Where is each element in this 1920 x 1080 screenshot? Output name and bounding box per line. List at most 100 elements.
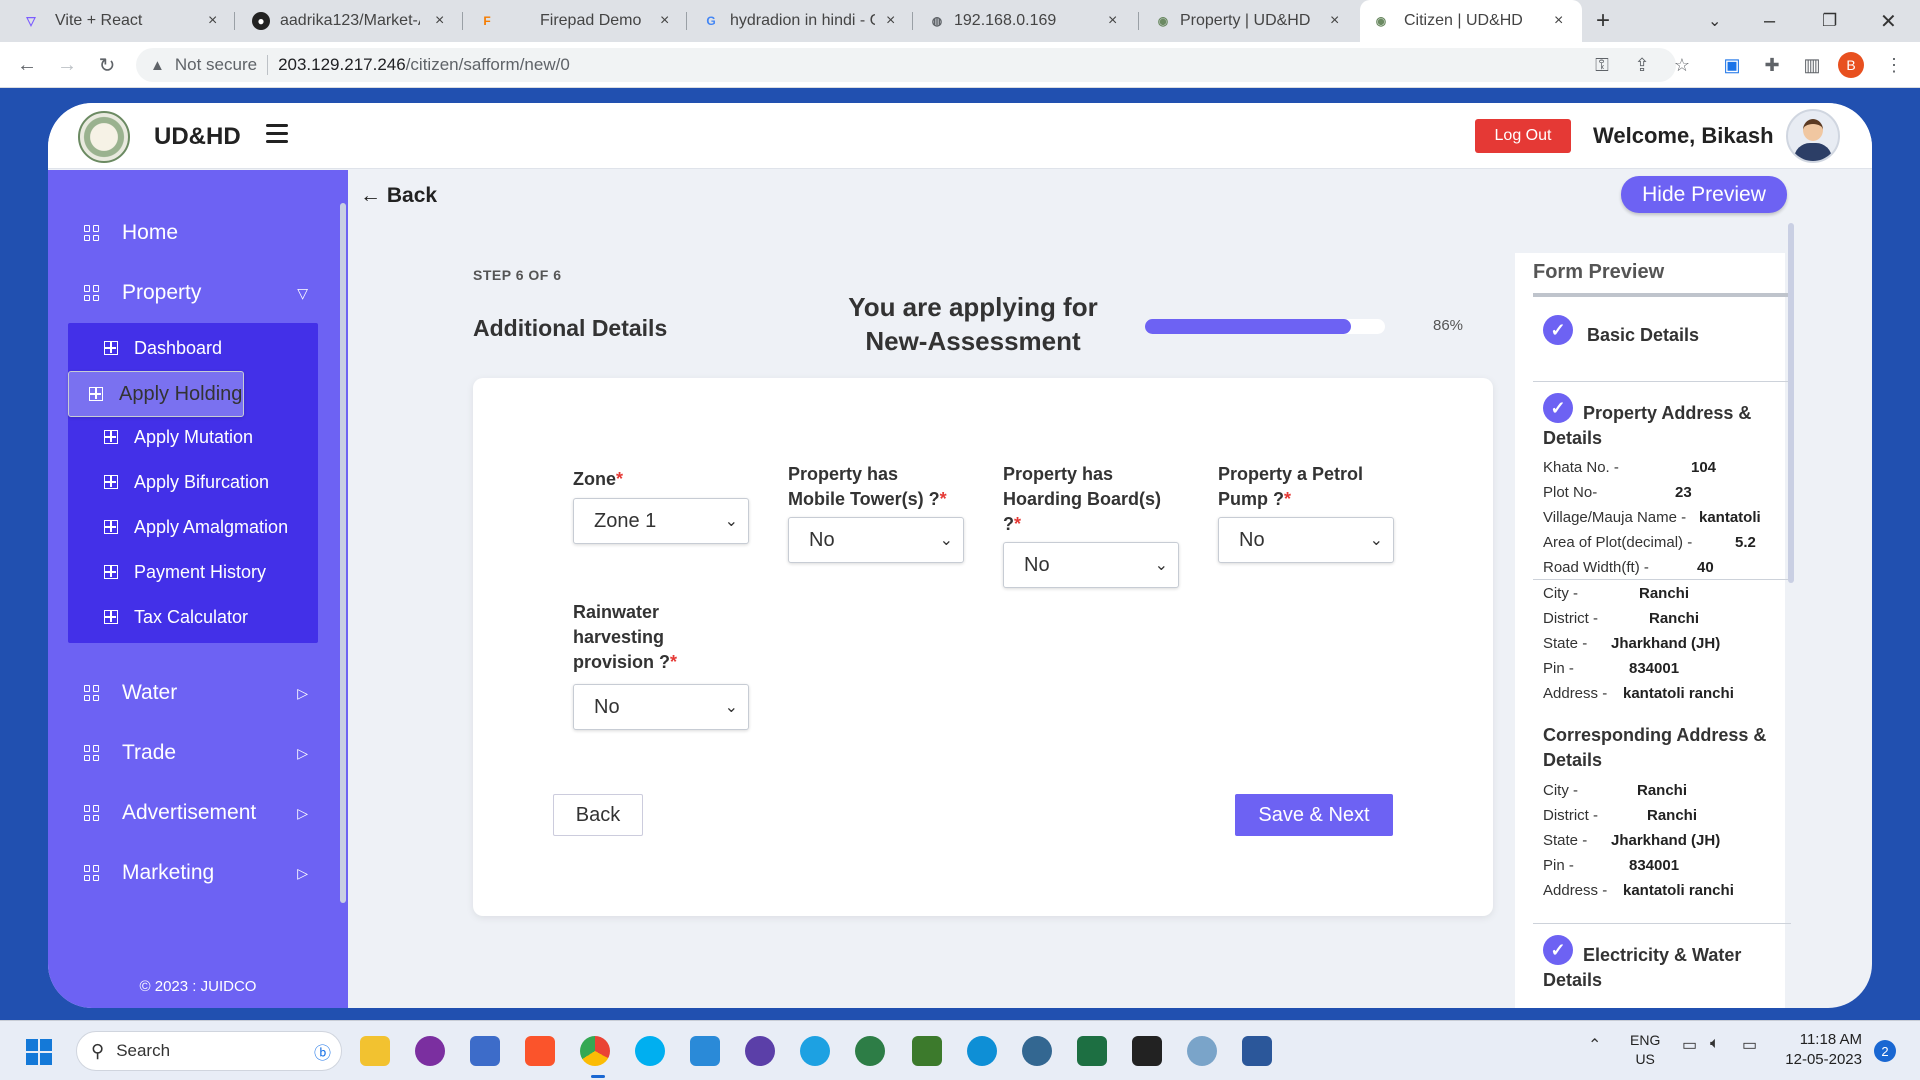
section-title: Additional Details (473, 315, 668, 341)
taskbar-search[interactable]: ⚲ Search ⓑ (76, 1031, 342, 1071)
save-next-button[interactable]: Save & Next (1235, 794, 1393, 836)
app-header: UD&HD Log Out Welcome, Bikash (48, 103, 1872, 169)
submenu-item-apply-mutation[interactable]: Apply Mutation (68, 416, 318, 458)
extension-ft-icon[interactable]: ▣ (1718, 51, 1746, 79)
sidebar-item-water[interactable]: Water ▷ (84, 673, 308, 713)
avatar[interactable] (1786, 109, 1840, 163)
url-bar[interactable]: ▲ Not secure 203.129.217.246 /citizen/sa… (136, 48, 1676, 82)
sidebar-item-marketing[interactable]: Marketing ▷ (84, 853, 308, 893)
moon-app-icon[interactable] (745, 1036, 775, 1066)
skype-icon[interactable] (635, 1036, 665, 1066)
battery-icon[interactable]: ▭ (1742, 1035, 1757, 1055)
menu-dots-icon[interactable]: ⋮ (1880, 51, 1908, 79)
reload-icon[interactable]: ↻ (92, 50, 122, 80)
new-tab-button[interactable]: + (1596, 0, 1626, 42)
vscode-icon[interactable] (690, 1036, 720, 1066)
tab-citizen[interactable]: ◉ Citizen | UD&HD × (1360, 0, 1582, 42)
edge-icon[interactable] (967, 1036, 997, 1066)
settings-app-icon[interactable] (1187, 1036, 1217, 1066)
sidebar-scrollbar[interactable] (340, 203, 346, 903)
chevron-down-icon: ⌄ (1369, 532, 1383, 549)
minimize-icon[interactable]: – (1764, 0, 1788, 42)
check-icon: ✓ (1543, 315, 1573, 345)
chrome-icon[interactable] (580, 1036, 610, 1066)
hide-preview-button[interactable]: Hide Preview (1621, 176, 1787, 213)
applying-for-heading: You are applying for New-Assessment (803, 290, 1143, 358)
petrol-pump-label: Property a Petrol Pump ?* (1218, 464, 1364, 509)
preview-scrollbar[interactable] (1788, 223, 1794, 583)
xampp-icon[interactable] (912, 1036, 942, 1066)
file-explorer-icon[interactable] (360, 1036, 390, 1066)
side-panel-icon[interactable]: ▥ (1798, 51, 1826, 79)
tab-vite-react[interactable]: ▽ Vite + React × (10, 0, 230, 42)
github-icon: ● (252, 12, 270, 30)
sidebar-item-property[interactable]: Property ▽ (84, 273, 308, 313)
submenu-item-tax-calculator[interactable]: Tax Calculator (68, 596, 318, 638)
submenu-item-apply-holding[interactable]: Apply Holding (68, 371, 244, 417)
postgres-icon[interactable] (1022, 1036, 1052, 1066)
chevron-down-icon: ⌄ (939, 532, 953, 549)
mobile-tower-select[interactable]: No ⌄ (788, 517, 964, 563)
close-icon[interactable]: × (886, 12, 895, 30)
clock[interactable]: 11:18 AM 12-05-2023 (1780, 1030, 1862, 1070)
network-app-icon[interactable] (470, 1036, 500, 1066)
c-address-label: Address - (1543, 882, 1608, 899)
notification-badge[interactable]: 2 (1874, 1040, 1896, 1062)
volume-icon[interactable]: 🔈︎ (1710, 1035, 1720, 1053)
terminal-icon[interactable] (1132, 1036, 1162, 1066)
heidisql-icon[interactable] (855, 1036, 885, 1066)
maximize-icon[interactable]: ❐ (1822, 0, 1846, 42)
brave-icon[interactable] (525, 1036, 555, 1066)
submenu-item-payment-history[interactable]: Payment History (68, 551, 318, 593)
zone-select[interactable]: Zone 1 ⌄ (573, 498, 749, 544)
close-icon[interactable]: × (208, 12, 217, 30)
rainwater-select[interactable]: No ⌄ (573, 684, 749, 730)
close-icon[interactable]: × (1554, 12, 1563, 30)
close-icon[interactable]: × (1108, 12, 1117, 30)
c-city-label: City - (1543, 782, 1578, 799)
hoarding-select[interactable]: No ⌄ (1003, 542, 1179, 588)
forward-arrow-icon[interactable]: → (52, 50, 82, 80)
logout-button[interactable]: Log Out (1475, 119, 1571, 153)
share-icon[interactable]: ⇪ (1628, 51, 1656, 79)
hamburger-icon[interactable] (266, 124, 288, 146)
puzzle-icon[interactable]: ✚ (1758, 51, 1786, 79)
state-value: Jharkhand (JH) (1611, 635, 1721, 652)
globe-icon: ◍ (931, 14, 943, 28)
windows-start-icon[interactable] (26, 1039, 52, 1065)
tab-local-ip[interactable]: ◍ 192.168.0.169 × (916, 0, 1136, 42)
tab-github[interactable]: ● aadrika123/Market-Ad × (240, 0, 460, 42)
sidebar-item-trade[interactable]: Trade ▷ (84, 733, 308, 773)
elephant-app-icon[interactable] (800, 1036, 830, 1066)
grid-icon (84, 805, 100, 821)
word-icon[interactable] (1242, 1036, 1272, 1066)
back-button[interactable]: Back (553, 794, 643, 836)
github-desktop-icon[interactable] (415, 1036, 445, 1066)
close-icon[interactable]: × (660, 12, 669, 30)
submenu-item-apply-amalgmation[interactable]: Apply Amalgmation (68, 506, 318, 548)
language-indicator[interactable]: ENG US (1630, 1031, 1660, 1069)
close-icon[interactable]: × (1330, 12, 1339, 30)
tab-google-search[interactable]: G hydradion in hindi - G × (690, 0, 910, 42)
petrol-pump-select[interactable]: No ⌄ (1218, 517, 1394, 563)
sidebar-item-home[interactable]: Home (84, 213, 308, 253)
profile-avatar[interactable]: B (1838, 52, 1864, 78)
sidebar-item-advertisement[interactable]: Advertisement ▷ (84, 793, 308, 833)
submenu-item-apply-bifurcation[interactable]: Apply Bifurcation (68, 461, 318, 503)
window-close-icon[interactable]: ✕ (1880, 0, 1904, 42)
back-arrow-icon[interactable]: ← (12, 50, 42, 80)
plot-label: Plot No- (1543, 484, 1598, 501)
tab-property[interactable]: ◉ Property | UD&HD × (1142, 0, 1362, 42)
star-icon[interactable]: ☆ (1668, 51, 1696, 79)
close-icon[interactable]: × (435, 12, 444, 30)
submenu-item-dashboard[interactable]: Dashboard (68, 327, 318, 369)
tab-firepad[interactable]: F Firepad Demo × (466, 0, 686, 42)
key-icon[interactable]: ⚿ (1588, 51, 1616, 79)
back-link[interactable]: ← Back (360, 184, 437, 208)
network-icon[interactable]: ▭ (1682, 1035, 1697, 1055)
grid-box-icon (104, 341, 118, 355)
chevron-up-icon[interactable]: ⌃ (1588, 1035, 1601, 1055)
excel-icon[interactable] (1077, 1036, 1107, 1066)
grid-icon (84, 685, 100, 701)
tab-search-icon[interactable]: ⌄ (1708, 0, 1732, 42)
